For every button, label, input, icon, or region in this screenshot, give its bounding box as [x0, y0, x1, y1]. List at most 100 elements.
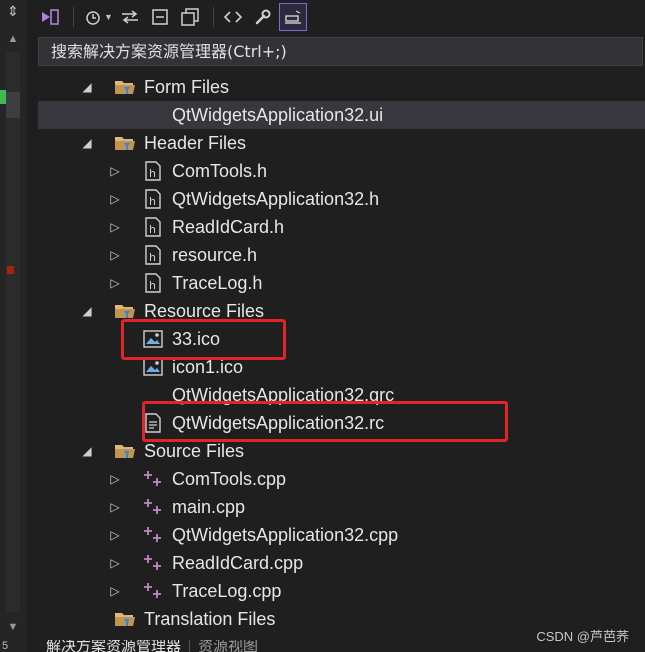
resource-script-icon [142, 412, 164, 434]
toolbar-separator [73, 7, 74, 27]
tree-item-label: icon1.ico [172, 356, 244, 377]
tree-item[interactable]: ▷ ComTools.cpp [38, 465, 645, 493]
tree-item-label: Resource Files [144, 300, 265, 321]
tree-item[interactable]: ▷ h TraceLog.h [38, 269, 645, 297]
tree-item-label: QtWidgetsApplication32.qrc [172, 384, 395, 405]
cpp-file-icon [142, 552, 164, 574]
expander-collapsed-icon[interactable]: ▷ [108, 276, 122, 290]
solution-explorer-toolbar: ▼ [37, 0, 645, 34]
scrollbar-thumb[interactable] [6, 92, 20, 118]
search-input[interactable] [49, 41, 642, 62]
tree-item[interactable]: ▷ h ComTools.h [38, 157, 645, 185]
tree-item-label: ReadIdCard.cpp [172, 552, 304, 573]
tree-item-label: ComTools.h [172, 160, 268, 181]
vs-solution-icon[interactable] [37, 4, 63, 30]
tree-item[interactable]: ▷ h QtWidgetsApplication32.h [38, 185, 645, 213]
expander-expanded-icon[interactable]: ◢ [80, 80, 94, 94]
tree-item-label: Translation Files [144, 608, 276, 629]
expander-expanded-icon[interactable]: ◢ [80, 136, 94, 150]
tree-item[interactable]: ▷ h resource.h [38, 241, 645, 269]
history-icon[interactable] [80, 4, 106, 30]
tree-item[interactable]: ◢ Header Files [38, 129, 645, 157]
tree-item[interactable]: ▷ TraceLog.cpp [38, 577, 645, 605]
tree-item[interactable]: QtWidgetsApplication32.qrc [38, 381, 645, 409]
scroll-down-icon[interactable]: ▼ [4, 620, 22, 634]
image-file-icon [142, 328, 164, 350]
tree-item-label: Source Files [144, 440, 245, 461]
tree-item-label: TraceLog.cpp [172, 580, 282, 601]
expander-collapsed-icon[interactable]: ▷ [108, 528, 122, 542]
tree-item[interactable]: ◢ Source Files [38, 437, 645, 465]
tree-item-label: QtWidgetsApplication32.rc [172, 412, 385, 433]
tree-item[interactable]: ▷ ReadIdCard.cpp [38, 549, 645, 577]
svg-text:h: h [149, 167, 156, 180]
tree-item-label: 33.ico [172, 328, 221, 349]
gutter-bottom-number: 5 [2, 640, 9, 652]
tree-item-label: QtWidgetsApplication32.ui [172, 104, 384, 125]
tree-item-label: QtWidgetsApplication32.cpp [172, 524, 399, 545]
header-file-icon: h [142, 160, 164, 182]
change-marker-green [0, 90, 6, 104]
expander-expanded-icon[interactable]: ◢ [80, 304, 94, 318]
expander-collapsed-icon[interactable]: ▷ [108, 556, 122, 570]
tree-item[interactable]: ▷ h ReadIdCard.h [38, 213, 645, 241]
tree-item[interactable]: QtWidgetsApplication32.rc [38, 409, 645, 437]
folder-filter-icon [114, 76, 136, 98]
expander-collapsed-icon[interactable]: ▷ [108, 472, 122, 486]
folder-filter-icon [114, 440, 136, 462]
scroll-up-icon[interactable]: ▲ [4, 32, 22, 46]
tree-item-label: Form Files [144, 76, 229, 97]
properties-wrench-icon[interactable] [250, 4, 276, 30]
error-marker-red [7, 266, 14, 274]
tree-item[interactable]: ◢ Resource Files [38, 297, 645, 325]
gutter-gap [27, 0, 37, 652]
header-file-icon: h [142, 272, 164, 294]
search-box[interactable] [38, 37, 643, 66]
folder-filter-icon [114, 608, 136, 630]
expander-collapsed-icon[interactable]: ▷ [108, 500, 122, 514]
tree-item-label: TraceLog.h [172, 272, 263, 293]
tree-item-label: ComTools.cpp [172, 468, 287, 489]
tree-item-label: Header Files [144, 132, 247, 153]
folder-filter-icon [114, 300, 136, 322]
collapse-all-icon[interactable] [147, 4, 173, 30]
expander-collapsed-icon[interactable]: ▷ [108, 584, 122, 598]
scrollbar-track[interactable] [6, 52, 20, 612]
tree-item-label: ReadIdCard.h [172, 216, 285, 237]
tree-item-label: QtWidgetsApplication32.h [172, 188, 380, 209]
cpp-file-icon [142, 468, 164, 490]
code-icon[interactable] [220, 4, 246, 30]
tab-resource-view[interactable]: 资源视图 [189, 640, 266, 652]
tree-item[interactable]: QtWidgetsApplication32.ui [38, 101, 645, 129]
svg-text:h: h [149, 251, 156, 264]
preview-selected-items-icon[interactable] [278, 3, 307, 31]
header-file-icon: h [142, 216, 164, 238]
tree-item[interactable]: ▷ main.cpp [38, 493, 645, 521]
svg-text:h: h [149, 195, 156, 208]
expander-collapsed-icon[interactable]: ▷ [108, 248, 122, 262]
image-file-icon [142, 356, 164, 378]
tree-item-label: main.cpp [172, 496, 246, 517]
tab-solution-explorer[interactable]: 解决方案资源管理器 [38, 640, 189, 652]
tree-item[interactable]: ▷ QtWidgetsApplication32.cpp [38, 521, 645, 549]
cpp-file-icon [142, 524, 164, 546]
header-file-icon: h [142, 244, 164, 266]
show-all-files-icon[interactable] [177, 4, 203, 30]
folder-filter-icon [114, 132, 136, 154]
tree-item[interactable]: 33.ico [38, 325, 645, 353]
svg-text:h: h [149, 223, 156, 236]
expander-collapsed-icon[interactable]: ▷ [108, 164, 122, 178]
history-dropdown-icon[interactable]: ▼ [104, 12, 113, 22]
solution-tree: ◢ Form Files QtWidgetsApplication32.ui ◢ Hea… [38, 73, 645, 633]
pin-icon[interactable]: ⇕ [4, 2, 22, 20]
sync-icon[interactable] [117, 4, 143, 30]
expander-collapsed-icon[interactable]: ▷ [108, 220, 122, 234]
svg-text:h: h [149, 279, 156, 292]
tree-item[interactable]: ◢ Form Files [38, 73, 645, 101]
expander-collapsed-icon[interactable]: ▷ [108, 192, 122, 206]
tree-item-label: resource.h [172, 244, 258, 265]
expander-expanded-icon[interactable]: ◢ [80, 444, 94, 458]
left-gutter: ⇕ ▲ ▼ 5 [0, 0, 28, 652]
header-file-icon: h [142, 188, 164, 210]
tree-item[interactable]: icon1.ico [38, 353, 645, 381]
